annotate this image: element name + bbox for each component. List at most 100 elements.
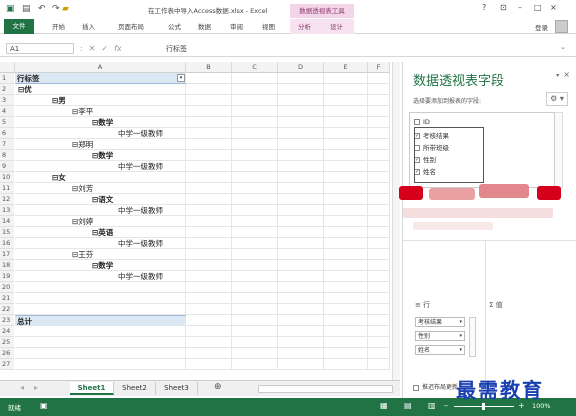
sign-in-link[interactable]: 登录 bbox=[535, 22, 548, 32]
grid-cell[interactable] bbox=[324, 183, 368, 194]
grid-cell[interactable] bbox=[232, 205, 278, 216]
zoom-out-icon[interactable]: – bbox=[444, 401, 448, 410]
grid-cell[interactable] bbox=[278, 249, 324, 260]
grid-cell[interactable] bbox=[368, 227, 390, 238]
row-field-name[interactable]: 姓名 ▾ bbox=[415, 345, 465, 355]
grid-cell[interactable] bbox=[368, 282, 390, 293]
grid-cell[interactable] bbox=[186, 304, 232, 315]
column-header-f[interactable]: F bbox=[368, 62, 390, 73]
row-header[interactable]: 9 bbox=[0, 161, 14, 172]
pivot-item[interactable]: 中学一级教师 bbox=[118, 161, 163, 172]
grid-cell[interactable] bbox=[324, 315, 368, 326]
row-header[interactable]: 23 bbox=[0, 315, 14, 326]
tab-view[interactable]: 视图 bbox=[262, 21, 275, 31]
horizontal-scrollbar[interactable] bbox=[258, 385, 393, 393]
pivot-item[interactable]: ⊟数学 bbox=[92, 260, 113, 271]
row-header[interactable]: 13 bbox=[0, 205, 14, 216]
row-header[interactable]: 27 bbox=[0, 359, 14, 370]
grid-cell[interactable] bbox=[186, 359, 232, 370]
grid-cell[interactable] bbox=[232, 73, 278, 84]
scroll-left-icon[interactable]: ◂ bbox=[20, 383, 24, 392]
grid-cell[interactable] bbox=[324, 106, 368, 117]
page-break-view-icon[interactable]: ▥ bbox=[428, 401, 436, 410]
grid-cell[interactable] bbox=[232, 337, 278, 348]
grid-cell[interactable] bbox=[278, 128, 324, 139]
grid-cell[interactable] bbox=[186, 172, 232, 183]
redo-icon[interactable]: ↷ bbox=[52, 4, 60, 14]
restore-button[interactable]: □ bbox=[534, 3, 542, 12]
grid-cell[interactable] bbox=[232, 84, 278, 95]
grid-cell[interactable] bbox=[232, 271, 278, 282]
sheet-tab-2[interactable]: Sheet2 bbox=[114, 382, 156, 395]
pivot-filter-dropdown[interactable]: ▾ bbox=[177, 74, 185, 82]
defer-layout-option[interactable]: 推迟布局更新 bbox=[413, 382, 458, 391]
row-header[interactable]: 5 bbox=[0, 117, 14, 128]
grid-cell[interactable] bbox=[368, 337, 390, 348]
row-field-assessment[interactable]: 考核结果 ▾ bbox=[415, 317, 465, 327]
undo-icon[interactable]: ↶ bbox=[38, 4, 46, 14]
grid-cell[interactable] bbox=[15, 348, 186, 359]
grid-cell[interactable] bbox=[232, 117, 278, 128]
grid-cell[interactable] bbox=[232, 282, 278, 293]
grid-cell[interactable] bbox=[324, 293, 368, 304]
panel-menu-icon[interactable]: ▾ bbox=[556, 72, 559, 79]
sheet-tab-1[interactable]: Sheet1 bbox=[70, 382, 114, 395]
grid-cell[interactable] bbox=[186, 326, 232, 337]
grid-cell[interactable] bbox=[324, 227, 368, 238]
grid-cell[interactable] bbox=[278, 315, 324, 326]
grid-cell[interactable] bbox=[232, 238, 278, 249]
grid-cell[interactable] bbox=[278, 282, 324, 293]
grid-cell[interactable] bbox=[278, 73, 324, 84]
grid-cell[interactable] bbox=[368, 73, 390, 84]
grid-cell[interactable] bbox=[232, 326, 278, 337]
panel-close-button[interactable]: ▾ × bbox=[556, 70, 570, 79]
grid-cell[interactable] bbox=[186, 260, 232, 271]
grid-cell[interactable] bbox=[324, 337, 368, 348]
grid-cell[interactable] bbox=[232, 315, 278, 326]
avatar[interactable] bbox=[555, 20, 568, 33]
grid-cell[interactable] bbox=[368, 249, 390, 260]
field-list[interactable]: ID ✓ 考核结果 所带班级 ✓ 性别 ✓ 姓名 bbox=[409, 112, 555, 188]
tab-design[interactable]: 设计 bbox=[330, 21, 343, 31]
grid-cell[interactable] bbox=[232, 304, 278, 315]
vertical-scrollbar[interactable] bbox=[392, 62, 400, 380]
grid-cell[interactable] bbox=[186, 117, 232, 128]
grid-cell[interactable] bbox=[232, 293, 278, 304]
grid-cell[interactable] bbox=[232, 227, 278, 238]
grid-cell[interactable] bbox=[368, 304, 390, 315]
grid-cell[interactable] bbox=[368, 161, 390, 172]
grid-cell[interactable] bbox=[278, 260, 324, 271]
tab-file[interactable]: 文件 bbox=[4, 19, 34, 34]
row-header[interactable]: 14 bbox=[0, 216, 14, 227]
column-header-b[interactable]: B bbox=[186, 62, 232, 73]
row-header[interactable]: 24 bbox=[0, 326, 14, 337]
grid-cell[interactable] bbox=[15, 282, 186, 293]
tab-analyze[interactable]: 分析 bbox=[298, 21, 311, 31]
grid-cell[interactable] bbox=[232, 359, 278, 370]
grid-cell[interactable] bbox=[15, 293, 186, 304]
grid-cell[interactable] bbox=[278, 161, 324, 172]
grid-cell[interactable] bbox=[186, 227, 232, 238]
row-header[interactable]: 16 bbox=[0, 238, 14, 249]
grid-cell[interactable] bbox=[186, 315, 232, 326]
tab-formulas[interactable]: 公式 bbox=[168, 21, 181, 31]
row-header[interactable]: 6 bbox=[0, 128, 14, 139]
panel-settings-button[interactable]: ⚙ ▾ bbox=[546, 92, 568, 106]
grid-cell[interactable] bbox=[186, 84, 232, 95]
grid-cell[interactable] bbox=[324, 260, 368, 271]
grid-cell[interactable] bbox=[324, 139, 368, 150]
row-header[interactable]: 2 bbox=[0, 84, 14, 95]
grid-cell[interactable] bbox=[186, 216, 232, 227]
field-id[interactable]: ID bbox=[414, 118, 430, 126]
grid-cell[interactable] bbox=[324, 150, 368, 161]
row-header[interactable]: 15 bbox=[0, 227, 14, 238]
grid-cell[interactable] bbox=[278, 84, 324, 95]
grid-cell[interactable] bbox=[15, 139, 186, 150]
grid-cell[interactable] bbox=[278, 238, 324, 249]
pivot-item[interactable]: ⊟王芬 bbox=[72, 249, 93, 260]
save-icon[interactable]: ▤ bbox=[22, 4, 31, 14]
grid-cell[interactable] bbox=[15, 326, 186, 337]
grid-cell[interactable] bbox=[368, 205, 390, 216]
grid-cell[interactable] bbox=[324, 95, 368, 106]
column-header-a[interactable]: A bbox=[15, 62, 186, 73]
